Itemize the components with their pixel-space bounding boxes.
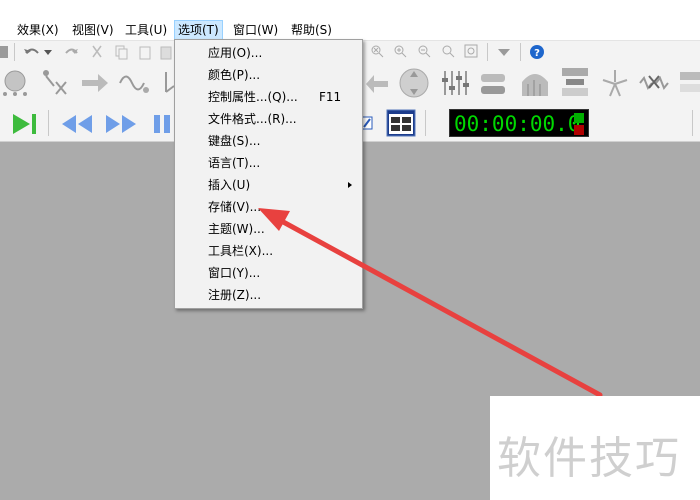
menu-item-label: 工具栏(X)...	[208, 244, 274, 258]
menu-item-insert[interactable]: 插入(U)	[176, 174, 361, 196]
zoom-close-icon[interactable]	[370, 44, 384, 60]
menubar: 效果(X) 视图(V) 工具(U) 选项(T) 窗口(W) 帮助(S)	[0, 0, 700, 40]
menu-help[interactable]: 帮助(S)	[288, 20, 335, 40]
copy-icon[interactable]	[114, 44, 128, 60]
menu-item-apply[interactable]: 应用(O)...	[176, 42, 361, 64]
menu-effects[interactable]: 效果(X)	[14, 20, 62, 40]
record-level-red-led	[574, 125, 584, 135]
menu-item-label: 主题(W)...	[208, 222, 265, 236]
spectrum-view-icon[interactable]	[386, 109, 416, 137]
toolbar-separator	[14, 43, 15, 61]
menu-item-colors[interactable]: 颜色(P)...	[176, 64, 361, 86]
menu-window[interactable]: 窗口(W)	[230, 20, 281, 40]
menu-item-label: 窗口(Y)...	[208, 266, 261, 280]
submenu-arrow-icon	[348, 182, 352, 188]
menu-item-label: 插入(U)	[208, 178, 251, 192]
menu-item-theme[interactable]: 主题(W)...	[176, 218, 361, 240]
menu-item-label: 注册(Z)...	[208, 288, 262, 302]
menu-item-control-properties[interactable]: 控制属性...(Q)... F11	[176, 86, 361, 108]
undo-icon[interactable]	[22, 44, 52, 60]
menu-item-label: 文件格式...(R)...	[208, 112, 297, 126]
equalizer-effect-icon[interactable]	[440, 68, 470, 98]
toolbar-separator	[487, 43, 488, 61]
menu-item-label: 键盘(S)...	[208, 134, 261, 148]
spark-effect-icon[interactable]	[600, 68, 630, 98]
save-icon[interactable]	[0, 44, 10, 60]
redo-icon[interactable]	[62, 44, 80, 60]
remove-noise-effect-icon[interactable]	[638, 68, 670, 98]
options-menu: 应用(O)... 颜色(P)... 控制属性...(Q)... F11 文件格式.…	[174, 39, 363, 309]
zoom-selection-icon[interactable]	[441, 44, 455, 60]
zoom-full-icon[interactable]	[464, 44, 478, 60]
toolbar-dropdown-icon[interactable]	[496, 46, 512, 58]
menu-item-register[interactable]: 注册(Z)...	[176, 284, 361, 306]
menu-view[interactable]: 视图(V)	[69, 20, 117, 40]
normalize-effect-icon[interactable]	[478, 68, 508, 98]
edit-icon[interactable]	[362, 114, 374, 132]
menu-item-toolbars[interactable]: 工具栏(X)...	[176, 240, 361, 262]
record-level-green-led	[574, 113, 584, 123]
pan-effect-icon[interactable]	[398, 66, 430, 100]
menu-item-keyboard[interactable]: 键盘(S)...	[176, 130, 361, 152]
menu-item-label: 存储(V)...	[208, 200, 262, 214]
svg-text:?: ?	[534, 48, 540, 59]
menu-tools[interactable]: 工具(U)	[122, 20, 170, 40]
zoom-out-icon[interactable]	[417, 44, 431, 60]
menu-item-label: 颜色(P)...	[208, 68, 261, 82]
watermark-text: 软件技巧	[497, 433, 681, 484]
menu-item-storage[interactable]: 存储(V)...	[176, 196, 361, 218]
toolbar-separator	[520, 43, 521, 61]
clipboard-icon[interactable]	[160, 44, 172, 60]
fast-forward-icon[interactable]	[104, 113, 138, 135]
play-icon[interactable]	[10, 111, 40, 137]
sphere-effect-icon[interactable]	[2, 68, 28, 98]
menu-options[interactable]: 选项(T)	[174, 20, 223, 40]
menu-item-file-format[interactable]: 文件格式...(R)...	[176, 108, 361, 130]
watermark: 软件技巧	[490, 396, 700, 500]
arrow-left-effect-icon[interactable]	[364, 72, 390, 96]
toolbar-separator	[692, 110, 693, 136]
wave-effect-icon[interactable]	[118, 68, 150, 98]
pause-icon[interactable]	[152, 113, 172, 135]
menu-item-label: 语言(T)...	[208, 156, 261, 170]
menu-item-window[interactable]: 窗口(Y)...	[176, 262, 361, 284]
menu-item-label: 控制属性...(Q)...	[208, 90, 298, 104]
help-icon[interactable]: ?	[529, 44, 545, 60]
menu-item-language[interactable]: 语言(T)...	[176, 152, 361, 174]
menu-item-shortcut: F11	[319, 90, 342, 104]
menu-item-label: 应用(O)...	[208, 46, 263, 60]
toolbar-separator	[48, 110, 49, 136]
zoom-in-icon[interactable]	[393, 44, 407, 60]
effect-more-icon[interactable]	[680, 70, 700, 96]
noise-effect-icon[interactable]	[560, 66, 590, 100]
cut-icon[interactable]	[90, 44, 104, 60]
reverb-effect-icon[interactable]	[518, 66, 552, 100]
paste-icon[interactable]	[138, 44, 152, 60]
timecode-display: 00:00:00.0	[449, 109, 589, 137]
timecode-value: 00:00:00.0	[454, 112, 581, 136]
arrow-right-effect-icon[interactable]	[80, 68, 110, 98]
rewind-icon[interactable]	[60, 113, 94, 135]
fade-x-icon[interactable]	[40, 68, 70, 98]
toolbar-separator	[425, 110, 426, 136]
